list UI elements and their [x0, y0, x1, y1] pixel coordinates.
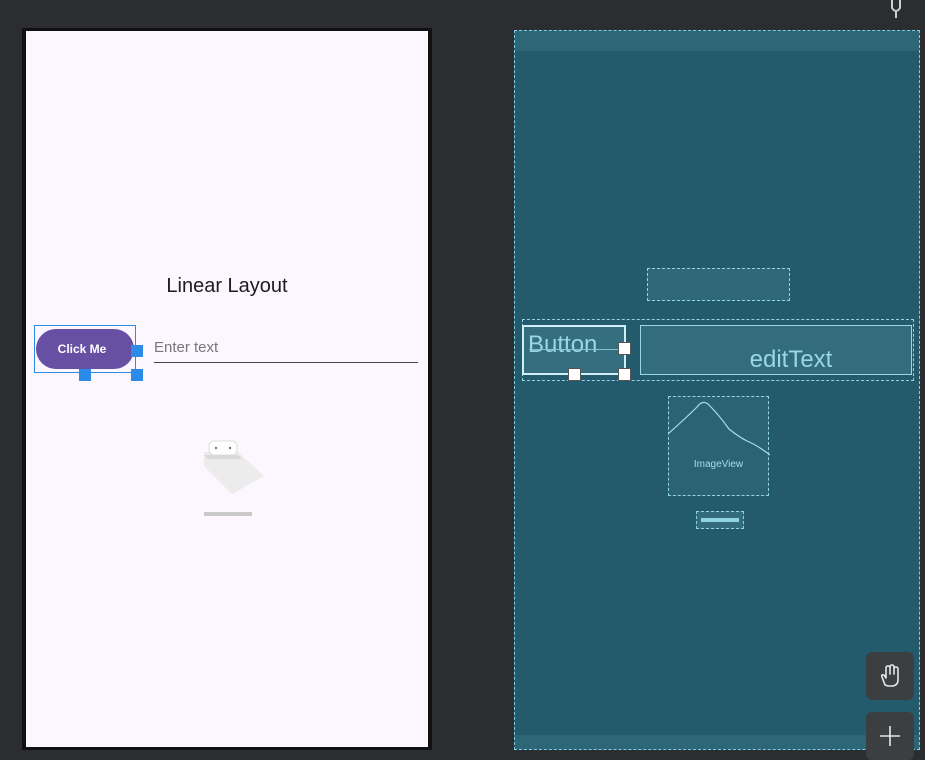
blueprint-imageview[interactable]: ImageView	[668, 396, 770, 496]
blueprint-nav-bar	[515, 735, 919, 749]
hand-icon	[880, 664, 899, 687]
pan-tool-button[interactable]	[866, 652, 914, 700]
image-placeholder-icon[interactable]	[204, 436, 274, 506]
blueprint-status-bar	[515, 31, 919, 51]
blueprint-surface[interactable]: Button editText ImageView	[514, 30, 920, 750]
zoom-in-button[interactable]	[866, 712, 914, 760]
selection-constraint-line	[56, 372, 136, 373]
resize-handle-corner[interactable]	[131, 369, 143, 381]
plus-icon	[880, 726, 900, 746]
blueprint-button-underline	[529, 349, 621, 350]
layout-title-text[interactable]: Linear Layout	[26, 275, 428, 298]
design-surface-frame: Linear Layout Click Me	[22, 28, 432, 750]
blueprint-title-view[interactable]	[647, 268, 790, 301]
imageview-label: ImageView	[693, 459, 744, 470]
pin-icon[interactable]	[886, 0, 906, 18]
click-me-button[interactable]: Click Me	[36, 329, 134, 369]
progress-bar[interactable]	[204, 512, 252, 516]
enter-text-field[interactable]	[154, 337, 418, 363]
imageview-graph-icon	[669, 401, 770, 456]
resize-handle-bottom[interactable]	[79, 369, 91, 381]
blueprint-handle-bottom[interactable]	[568, 368, 581, 381]
blueprint-progress-fill	[701, 518, 739, 522]
design-surface[interactable]: Linear Layout Click Me	[26, 31, 428, 747]
blueprint-progressbar[interactable]	[696, 511, 744, 529]
blueprint-handle-corner[interactable]	[618, 368, 631, 381]
resize-handle-right[interactable]	[131, 345, 143, 357]
blueprint-edittext[interactable]: editText	[640, 325, 912, 375]
layout-editor-canvas: Linear Layout Click Me Button	[0, 0, 925, 760]
blueprint-handle-right[interactable]	[618, 342, 631, 355]
